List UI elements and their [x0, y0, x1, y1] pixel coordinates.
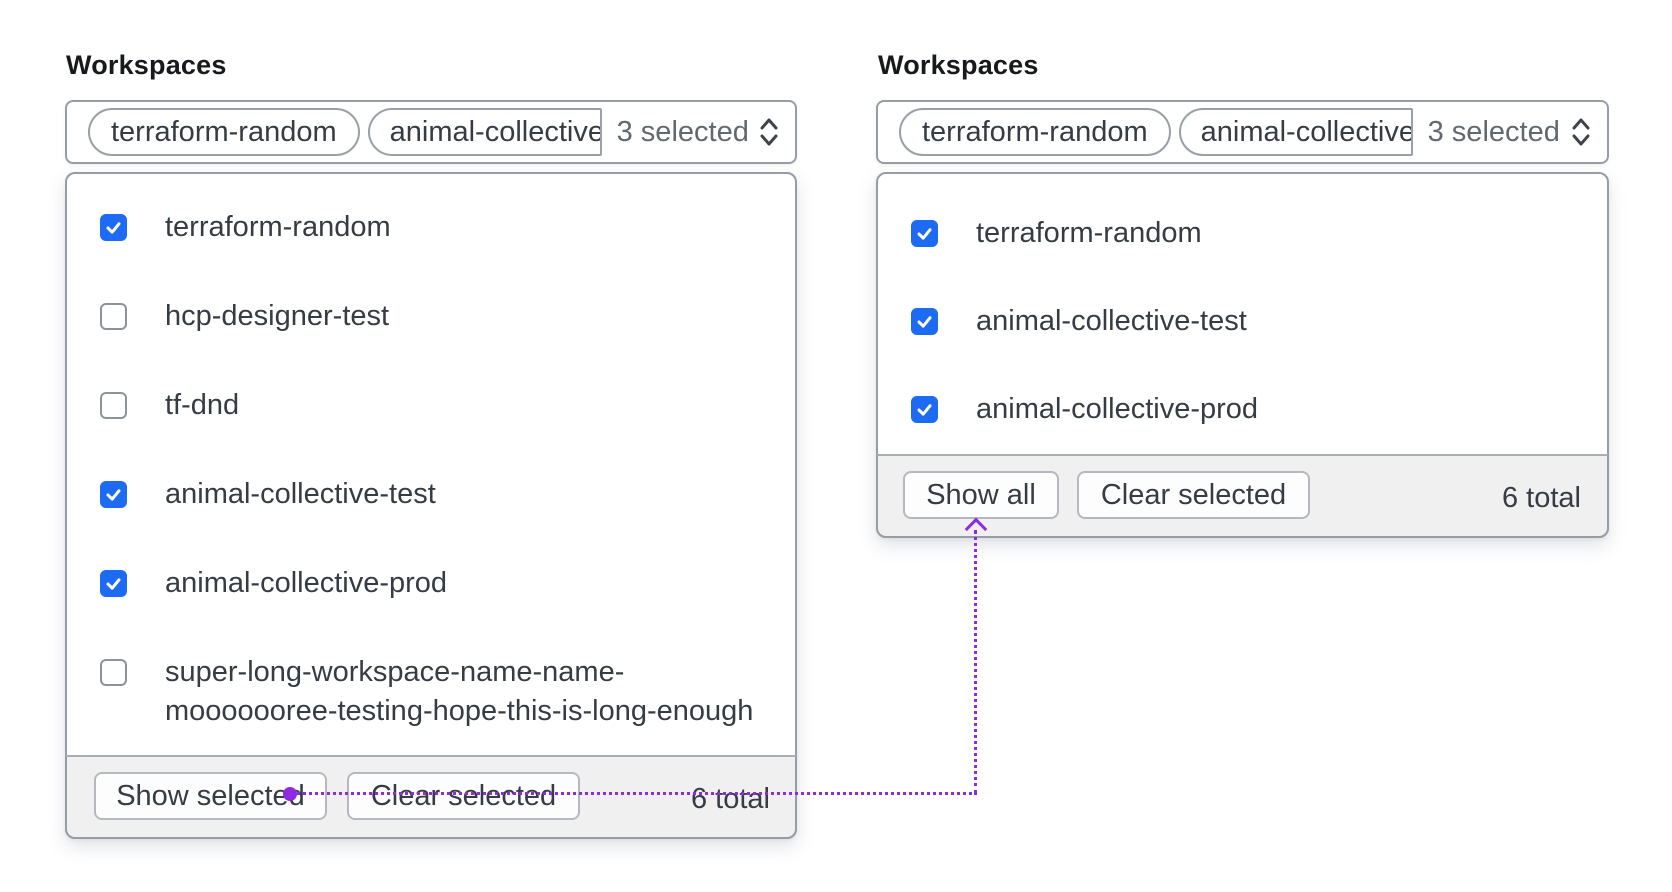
workspace-option-label: animal-collective-prod [976, 393, 1259, 425]
clear-selected-button[interactable]: Clear selected [1077, 471, 1310, 519]
workspace-option[interactable]: tf-dnd [100, 386, 239, 425]
workspace-option[interactable]: terraform-random [100, 208, 391, 247]
checkbox[interactable] [911, 220, 938, 247]
left-multiselect-trigger[interactable]: terraform-random animal-collective 3 sel… [65, 100, 797, 164]
checkbox[interactable] [100, 214, 127, 241]
left-dropdown-panel: terraform-random hcp-designer-test tf-dn… [65, 172, 797, 839]
workspace-option[interactable]: animal-collective-test [911, 302, 1247, 341]
right-dropdown-footer: Show all Clear selected 6 total [876, 454, 1609, 538]
workspace-option-label: super-long-workspace-name-name-moooooore… [165, 656, 754, 727]
left-tag-terraform-random[interactable]: terraform-random [88, 108, 360, 156]
workspace-option[interactable]: super-long-workspace-name-name-moooooore… [100, 653, 765, 731]
checkbox[interactable] [100, 570, 127, 597]
workspace-option[interactable]: terraform-random [911, 214, 1202, 253]
left-dropdown-footer: Show selected Clear selected 6 total [65, 755, 797, 839]
total-count-label: 6 total [1502, 481, 1581, 514]
chevron-up-down-icon [756, 115, 782, 149]
canvas: Workspaces terraform-random animal-colle… [0, 0, 1672, 892]
checkbox[interactable] [911, 308, 938, 335]
workspace-option-label: animal-collective-test [165, 478, 436, 510]
left-tag-animal-collective[interactable]: animal-collective [367, 108, 602, 156]
workspace-option-label: terraform-random [165, 211, 391, 243]
right-multiselect-trigger[interactable]: terraform-random animal-collective 3 sel… [876, 100, 1609, 164]
clear-selected-button[interactable]: Clear selected [347, 772, 580, 820]
right-tag-animal-collective[interactable]: animal-collective [1178, 108, 1413, 156]
right-selected-count: 3 selected [1427, 115, 1560, 148]
left-workspaces-label: Workspaces [66, 50, 227, 80]
checkbox[interactable] [100, 481, 127, 508]
right-workspaces-label: Workspaces [878, 50, 1039, 80]
connector-vertical-line [974, 530, 977, 794]
workspace-option[interactable]: animal-collective-prod [911, 390, 1258, 429]
checkbox[interactable] [100, 659, 127, 686]
checkbox[interactable] [911, 396, 938, 423]
chevron-up-down-icon [1568, 115, 1594, 149]
workspace-option[interactable]: hcp-designer-test [100, 297, 389, 336]
checkbox[interactable] [100, 392, 127, 419]
show-all-button[interactable]: Show all [903, 471, 1059, 519]
left-selected-count: 3 selected [616, 115, 749, 148]
show-selected-button[interactable]: Show selected [94, 772, 327, 820]
workspace-option[interactable]: animal-collective-prod [100, 564, 447, 603]
workspace-option-label: animal-collective-prod [165, 567, 448, 599]
workspace-option-label: hcp-designer-test [165, 300, 390, 332]
workspace-option-label: animal-collective-test [976, 305, 1247, 337]
total-count-label: 6 total [691, 782, 770, 815]
workspace-option-label: terraform-random [976, 217, 1202, 249]
workspace-option-label: tf-dnd [165, 389, 240, 421]
workspace-option[interactable]: animal-collective-test [100, 475, 436, 514]
right-dropdown-panel: terraform-random animal-collective-test … [876, 172, 1609, 538]
checkbox[interactable] [100, 303, 127, 330]
right-tag-terraform-random[interactable]: terraform-random [899, 108, 1171, 156]
